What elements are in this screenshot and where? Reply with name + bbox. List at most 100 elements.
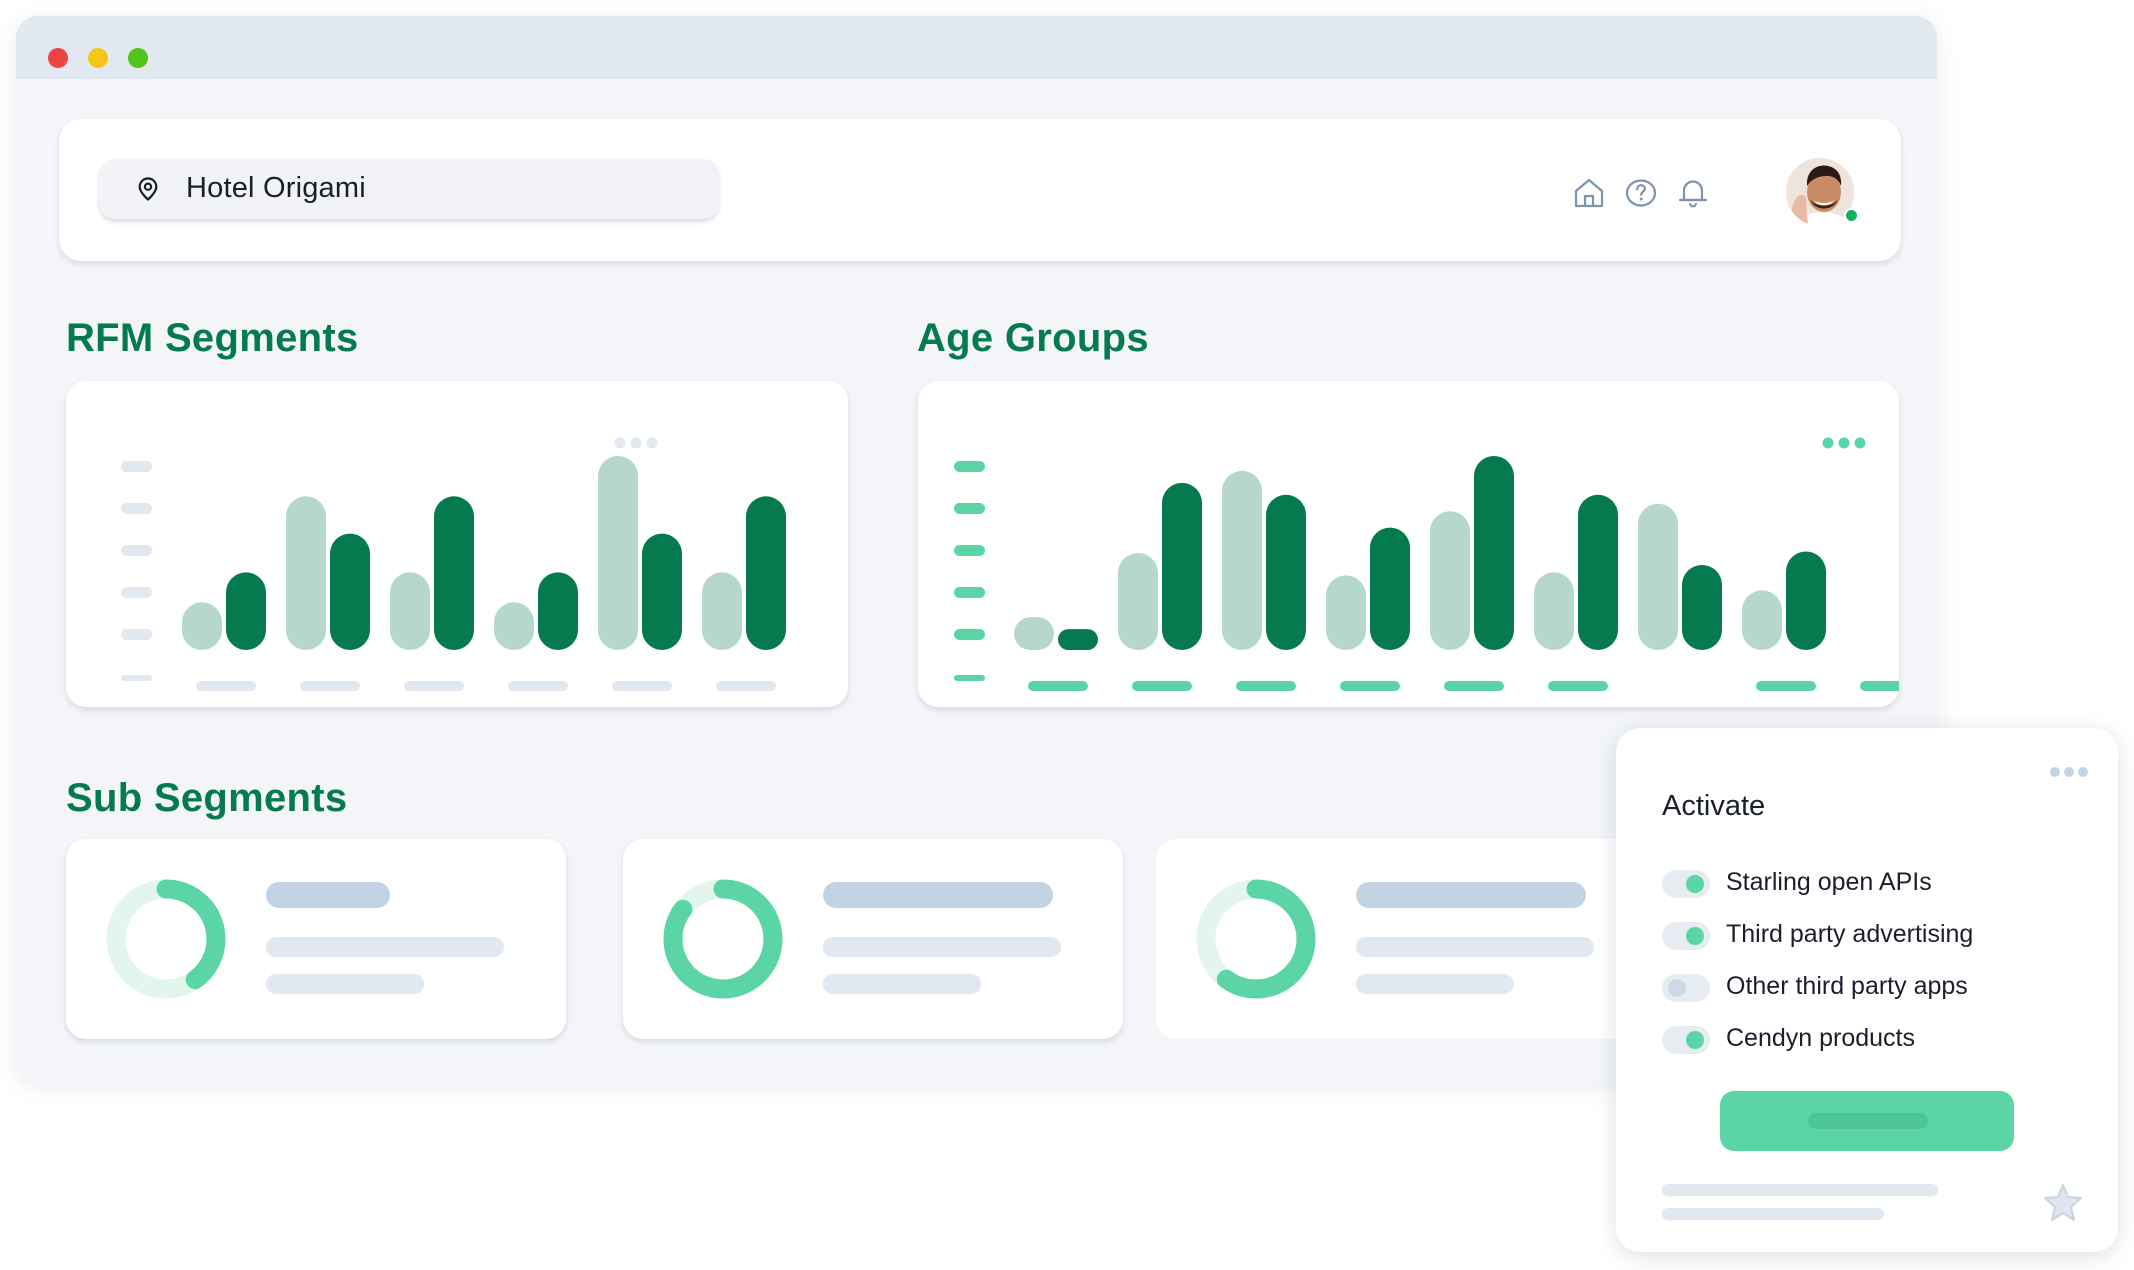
text-placeholder [1662,1208,1884,1220]
x-tick-label-placeholder [196,681,256,691]
y-tick-placeholder [954,675,985,681]
home-icon[interactable] [1571,175,1607,211]
chart-bar [1162,482,1202,650]
text-placeholder [823,937,1061,957]
x-tick-label-placeholder [1236,681,1296,691]
x-tick-label-placeholder [716,681,776,691]
chart-bar [1222,470,1262,650]
title-placeholder [266,882,390,908]
title-placeholder [1356,882,1586,908]
age-bar-chart [954,437,1899,691]
toggle-switch[interactable] [1662,974,1710,1002]
activate-title: Activate [1662,790,1766,822]
location-name: Hotel Origami [186,172,366,204]
y-tick-placeholder [954,503,985,514]
chart-bar [1534,572,1574,650]
text-placeholder [823,974,981,994]
toggle-switch[interactable] [1662,870,1710,898]
option-starling-open-apis[interactable]: Starling open APIs [1662,862,2082,902]
sub-segment-donut [1196,879,1594,999]
toggle-knob [1686,927,1704,945]
chart-bar [434,496,474,650]
text-placeholder [1356,974,1514,994]
text-placeholder [266,937,504,957]
stage: Hotel Origami RFM Segments Age Groups Su… [0,0,2134,1270]
y-tick-placeholder [121,629,152,640]
more-options-icon [1822,437,1834,449]
help-icon[interactable] [1623,175,1659,211]
online-status-dot [1844,208,1859,223]
chart-bar [702,572,742,650]
option-cendyn-products[interactable]: Cendyn products [1662,1018,2082,1058]
text-placeholder [266,974,424,994]
option-label: Other third party apps [1726,972,1968,1000]
option-third-party-advertising[interactable]: Third party advertising [1662,914,2082,954]
donut-progress-arc [663,879,783,999]
more-options-icon [630,437,642,449]
sub-segment-card[interactable] [1156,839,1656,1039]
x-tick-label-placeholder [1132,681,1192,691]
y-tick-placeholder [121,675,152,681]
chart-bar [1578,494,1618,650]
age-groups-title: Age Groups [917,316,1149,360]
sub-segment-donut [663,879,1061,999]
x-tick-label-placeholder [1340,681,1400,691]
y-tick-placeholder [121,545,152,556]
x-tick-label-placeholder [1028,681,1088,691]
sub-segment-donut [106,879,504,999]
rfm-bar-chart [121,437,786,691]
chart-bar [1370,527,1410,650]
maximize-window-button[interactable] [128,48,148,68]
sub-segment-card[interactable] [66,839,566,1039]
minimize-window-button[interactable] [88,48,108,68]
more-options-icon [646,437,658,449]
sub-segment-card[interactable] [623,839,1123,1039]
chart-bar [1682,564,1722,650]
chart-bar [1266,494,1306,650]
map-pin-icon [138,177,158,201]
bell-icon[interactable] [1675,175,1711,211]
rfm-segments-title: RFM Segments [66,316,359,360]
toggle-switch[interactable] [1662,1026,1710,1054]
more-options-icon [1838,437,1850,449]
x-tick-label-placeholder [1756,681,1816,691]
star-icon[interactable] [2040,1180,2086,1226]
activate-button-label-placeholder [1808,1113,1928,1129]
x-tick-label-placeholder [508,681,568,691]
option-other-third-party-apps[interactable]: Other third party apps [1662,966,2082,1006]
toggle-knob [1686,875,1704,893]
y-tick-placeholder [954,629,985,640]
option-label: Third party advertising [1726,920,1974,948]
more-options-icon[interactable] [2049,766,2089,778]
y-tick-placeholder [954,587,985,598]
chart-bar [1118,553,1158,650]
x-tick-label-placeholder [300,681,360,691]
text-placeholder [1356,937,1594,957]
more-options-icon [614,437,626,449]
x-tick-label-placeholder [1876,681,1899,691]
activate-button[interactable] [1720,1091,2014,1151]
x-tick-label-placeholder [1444,681,1504,691]
x-tick-label-placeholder [612,681,672,691]
option-label: Cendyn products [1726,1024,1916,1052]
toggle-knob [1668,979,1686,997]
toggle-switch[interactable] [1662,922,1710,950]
chart-bar [1430,511,1470,650]
y-tick-placeholder [121,587,152,598]
close-window-button[interactable] [48,48,68,68]
y-tick-placeholder [121,461,152,472]
option-label: Starling open APIs [1726,868,1932,896]
chart-bar [1742,590,1782,650]
y-tick-placeholder [121,503,152,514]
sub-segments-title: Sub Segments [66,776,348,820]
chart-bar [390,572,430,650]
y-tick-placeholder [954,461,985,472]
chart-bar [538,572,578,650]
chart-bar [1474,456,1514,650]
chart-bar [1058,629,1098,650]
location-selector[interactable]: Hotel Origami [99,159,719,219]
chart-bar [1014,617,1054,650]
chart-bar [330,533,370,650]
chart-bar [226,572,266,650]
x-tick-label-placeholder [404,681,464,691]
